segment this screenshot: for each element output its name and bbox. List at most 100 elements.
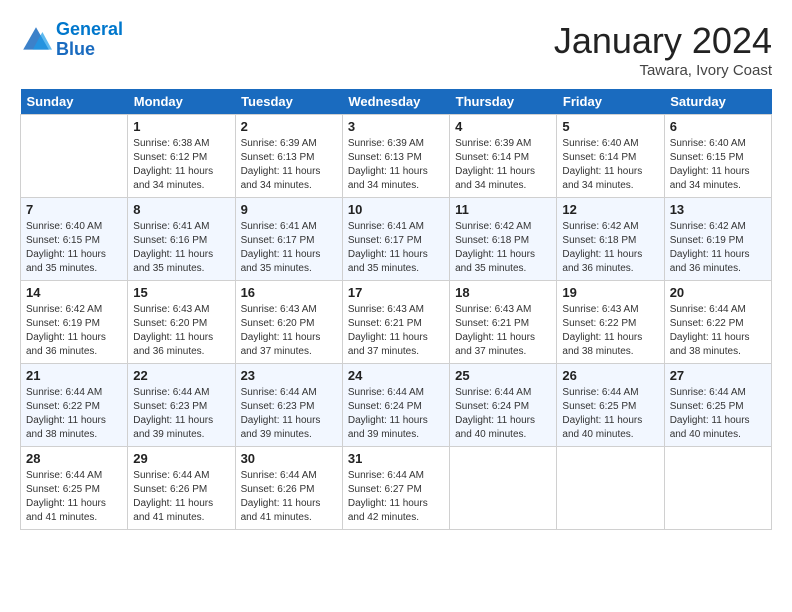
calendar-cell: 15Sunrise: 6:43 AMSunset: 6:20 PMDayligh… <box>128 281 235 364</box>
day-info: Sunrise: 6:43 AMSunset: 6:20 PMDaylight:… <box>133 303 229 359</box>
calendar-cell: 7 Sunrise: 6:40 AMSunset: 6:15 PMDaylight… <box>21 198 128 281</box>
calendar-cell: 22Sunrise: 6:44 AMSunset: 6:23 PMDayligh… <box>128 364 235 447</box>
calendar-cell: 10 Sunrise: 6:41 AMSunset: 6:17 PMDayligh… <box>342 198 449 281</box>
day-number: 10 <box>348 202 444 217</box>
calendar-cell: 30Sunrise: 6:44 AMSunset: 6:26 PMDayligh… <box>235 447 342 530</box>
calendar-cell: 4 Sunrise: 6:39 AMSunset: 6:14 PMDaylight… <box>450 115 557 198</box>
location: Tawara, Ivory Coast <box>554 62 772 79</box>
day-info: Sunrise: 6:40 AMSunset: 6:15 PMDaylight:… <box>26 220 122 276</box>
day-number: 21 <box>26 368 122 383</box>
day-info: Sunrise: 6:42 AMSunset: 6:19 PMDaylight:… <box>26 303 122 359</box>
day-info: Sunrise: 6:40 AMSunset: 6:15 PMDaylight:… <box>670 137 766 193</box>
day-number: 26 <box>562 368 658 383</box>
calendar-cell: 20 Sunrise: 6:44 AMSunset: 6:22 PMDayligh… <box>664 281 771 364</box>
calendar-week-2: 7 Sunrise: 6:40 AMSunset: 6:15 PMDaylight… <box>21 198 772 281</box>
page-header: General Blue January 2024 Tawara, Ivory … <box>20 20 772 79</box>
day-number: 3 <box>348 119 444 134</box>
calendar-cell: 16 Sunrise: 6:43 AMSunset: 6:20 PMDayligh… <box>235 281 342 364</box>
day-info: Sunrise: 6:39 AMSunset: 6:13 PMDaylight:… <box>241 137 337 193</box>
day-info: Sunrise: 6:42 AMSunset: 6:18 PMDaylight:… <box>562 220 658 276</box>
day-info: Sunrise: 6:44 AMSunset: 6:25 PMDaylight:… <box>562 386 658 442</box>
calendar-cell <box>21 115 128 198</box>
logo: General Blue <box>20 20 123 60</box>
day-info: Sunrise: 6:41 AMSunset: 6:16 PMDaylight:… <box>133 220 229 276</box>
day-info: Sunrise: 6:44 AMSunset: 6:24 PMDaylight:… <box>455 386 551 442</box>
calendar-week-5: 28 Sunrise: 6:44 AMSunset: 6:25 PMDayligh… <box>21 447 772 530</box>
day-number: 4 <box>455 119 551 134</box>
calendar-cell: 2 Sunrise: 6:39 AMSunset: 6:13 PMDaylight… <box>235 115 342 198</box>
day-info: Sunrise: 6:44 AMSunset: 6:25 PMDaylight:… <box>26 469 122 525</box>
day-number: 28 <box>26 451 122 466</box>
day-number: 6 <box>670 119 766 134</box>
day-number: 2 <box>241 119 337 134</box>
day-number: 7 <box>26 202 122 217</box>
day-info: Sunrise: 6:38 AMSunset: 6:12 PMDaylight:… <box>133 137 229 193</box>
calendar-week-3: 14 Sunrise: 6:42 AMSunset: 6:19 PMDayligh… <box>21 281 772 364</box>
calendar-cell: 21Sunrise: 6:44 AMSunset: 6:22 PMDayligh… <box>21 364 128 447</box>
day-number: 23 <box>241 368 337 383</box>
day-number: 12 <box>562 202 658 217</box>
day-info: Sunrise: 6:44 AMSunset: 6:22 PMDaylight:… <box>670 303 766 359</box>
day-number: 9 <box>241 202 337 217</box>
calendar-header-row: SundayMondayTuesdayWednesdayThursdayFrid… <box>21 89 772 115</box>
day-info: Sunrise: 6:39 AMSunset: 6:14 PMDaylight:… <box>455 137 551 193</box>
title-block: January 2024 Tawara, Ivory Coast <box>554 20 772 79</box>
calendar-cell: 12 Sunrise: 6:42 AMSunset: 6:18 PMDayligh… <box>557 198 664 281</box>
logo-icon <box>20 24 52 56</box>
day-number: 25 <box>455 368 551 383</box>
day-info: Sunrise: 6:44 AMSunset: 6:23 PMDaylight:… <box>241 386 337 442</box>
day-number: 18 <box>455 285 551 300</box>
day-number: 31 <box>348 451 444 466</box>
calendar-week-4: 21Sunrise: 6:44 AMSunset: 6:22 PMDayligh… <box>21 364 772 447</box>
calendar-cell: 8 Sunrise: 6:41 AMSunset: 6:16 PMDaylight… <box>128 198 235 281</box>
day-number: 13 <box>670 202 766 217</box>
column-header-friday: Friday <box>557 89 664 115</box>
calendar-cell: 1 Sunrise: 6:38 AMSunset: 6:12 PMDaylight… <box>128 115 235 198</box>
day-number: 14 <box>26 285 122 300</box>
calendar-cell: 29Sunrise: 6:44 AMSunset: 6:26 PMDayligh… <box>128 447 235 530</box>
calendar-cell: 3 Sunrise: 6:39 AMSunset: 6:13 PMDaylight… <box>342 115 449 198</box>
day-number: 20 <box>670 285 766 300</box>
calendar-cell: 13Sunrise: 6:42 AMSunset: 6:19 PMDayligh… <box>664 198 771 281</box>
calendar-cell: 11Sunrise: 6:42 AMSunset: 6:18 PMDayligh… <box>450 198 557 281</box>
calendar-cell <box>664 447 771 530</box>
calendar-cell: 26 Sunrise: 6:44 AMSunset: 6:25 PMDayligh… <box>557 364 664 447</box>
column-header-saturday: Saturday <box>664 89 771 115</box>
column-header-monday: Monday <box>128 89 235 115</box>
day-info: Sunrise: 6:43 AMSunset: 6:21 PMDaylight:… <box>455 303 551 359</box>
day-number: 5 <box>562 119 658 134</box>
day-info: Sunrise: 6:39 AMSunset: 6:13 PMDaylight:… <box>348 137 444 193</box>
day-number: 16 <box>241 285 337 300</box>
calendar-cell: 18 Sunrise: 6:43 AMSunset: 6:21 PMDayligh… <box>450 281 557 364</box>
day-info: Sunrise: 6:44 AMSunset: 6:27 PMDaylight:… <box>348 469 444 525</box>
logo-text: General Blue <box>56 20 123 60</box>
day-number: 29 <box>133 451 229 466</box>
day-number: 22 <box>133 368 229 383</box>
calendar-cell <box>557 447 664 530</box>
column-header-wednesday: Wednesday <box>342 89 449 115</box>
calendar-cell: 28 Sunrise: 6:44 AMSunset: 6:25 PMDayligh… <box>21 447 128 530</box>
day-number: 17 <box>348 285 444 300</box>
day-info: Sunrise: 6:44 AMSunset: 6:24 PMDaylight:… <box>348 386 444 442</box>
calendar-cell: 25 Sunrise: 6:44 AMSunset: 6:24 PMDayligh… <box>450 364 557 447</box>
calendar-cell: 6 Sunrise: 6:40 AMSunset: 6:15 PMDaylight… <box>664 115 771 198</box>
calendar-cell: 19Sunrise: 6:43 AMSunset: 6:22 PMDayligh… <box>557 281 664 364</box>
calendar-week-1: 1 Sunrise: 6:38 AMSunset: 6:12 PMDaylight… <box>21 115 772 198</box>
column-header-tuesday: Tuesday <box>235 89 342 115</box>
day-info: Sunrise: 6:44 AMSunset: 6:25 PMDaylight:… <box>670 386 766 442</box>
day-info: Sunrise: 6:41 AMSunset: 6:17 PMDaylight:… <box>348 220 444 276</box>
month-title: January 2024 <box>554 20 772 62</box>
calendar-cell: 23 Sunrise: 6:44 AMSunset: 6:23 PMDayligh… <box>235 364 342 447</box>
day-info: Sunrise: 6:43 AMSunset: 6:20 PMDaylight:… <box>241 303 337 359</box>
day-info: Sunrise: 6:44 AMSunset: 6:26 PMDaylight:… <box>241 469 337 525</box>
day-info: Sunrise: 6:42 AMSunset: 6:18 PMDaylight:… <box>455 220 551 276</box>
day-number: 1 <box>133 119 229 134</box>
column-header-sunday: Sunday <box>21 89 128 115</box>
day-info: Sunrise: 6:40 AMSunset: 6:14 PMDaylight:… <box>562 137 658 193</box>
calendar-cell: 31 Sunrise: 6:44 AMSunset: 6:27 PMDayligh… <box>342 447 449 530</box>
day-number: 24 <box>348 368 444 383</box>
day-number: 8 <box>133 202 229 217</box>
calendar-cell: 27Sunrise: 6:44 AMSunset: 6:25 PMDayligh… <box>664 364 771 447</box>
calendar-cell: 9Sunrise: 6:41 AMSunset: 6:17 PMDaylight… <box>235 198 342 281</box>
calendar-cell: 17Sunrise: 6:43 AMSunset: 6:21 PMDayligh… <box>342 281 449 364</box>
